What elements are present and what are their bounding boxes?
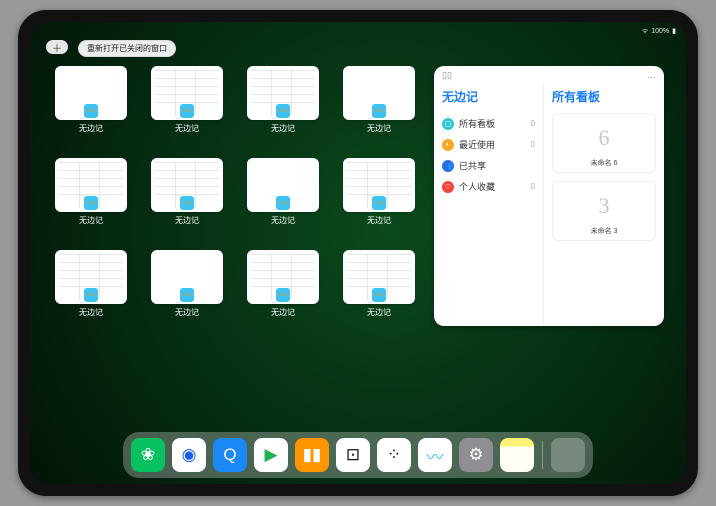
- more-icon[interactable]: …: [647, 70, 656, 80]
- thumbnail-label: 无边记: [367, 123, 391, 134]
- board-preview: 6: [557, 118, 651, 158]
- wifi-icon: ᯤ: [642, 27, 648, 36]
- thumbnail-label: 无边记: [79, 123, 103, 134]
- sidebar-toggle-icon[interactable]: ▯▯: [442, 70, 452, 81]
- menu-label: 个人收藏: [459, 180, 495, 193]
- freeform-app-icon: [180, 196, 194, 210]
- thumbnail-label: 无边记: [367, 307, 391, 318]
- thumbnail-label: 无边记: [175, 215, 199, 226]
- menu-count: 0: [531, 140, 535, 149]
- sidebar-item[interactable]: ▢ 所有看板 0: [442, 113, 535, 134]
- settings-icon[interactable]: ⚙: [459, 438, 493, 472]
- freeform-app-icon: [372, 196, 386, 210]
- board-title: 未命名 6: [557, 158, 651, 168]
- panel-sidebar: 无边记 ▢ 所有看板 0 ◐ 最近使用 0 👥 已共享 ♡ 个人收藏 0: [434, 84, 544, 326]
- thumbnail-label: 无边记: [367, 215, 391, 226]
- thumbnail-label: 无边记: [271, 215, 295, 226]
- dock: ❀◉Q▶▮▮⊡⁘〰⚙: [123, 432, 593, 478]
- sidebar-item[interactable]: 👥 已共享: [442, 155, 535, 176]
- thumbnail-label: 无边记: [175, 307, 199, 318]
- thumbnail-label: 无边记: [79, 215, 103, 226]
- menu-count: 0: [531, 119, 535, 128]
- window-thumbnail[interactable]: 无边记: [340, 158, 418, 238]
- sidebar-item[interactable]: ◐ 最近使用 0: [442, 134, 535, 155]
- window-thumbnail[interactable]: 无边记: [148, 158, 226, 238]
- books-icon[interactable]: ▮▮: [295, 438, 329, 472]
- board-title: 未命名 3: [557, 226, 651, 236]
- window-thumbnail[interactable]: 无边记: [52, 250, 130, 330]
- freeform-app-icon: [372, 288, 386, 302]
- wechat-icon[interactable]: ❀: [131, 438, 165, 472]
- reopen-closed-window-button[interactable]: 重新打开已关闭的窗口: [78, 40, 176, 57]
- menu-icon: 👥: [442, 160, 454, 172]
- dice-icon[interactable]: ⊡: [336, 438, 370, 472]
- window-thumbnail[interactable]: 无边记: [52, 66, 130, 146]
- dock-separator: [542, 441, 543, 469]
- menu-label: 所有看板: [459, 117, 495, 130]
- freeform-icon[interactable]: 〰: [418, 438, 452, 472]
- window-thumbnail[interactable]: 无边记: [340, 250, 418, 330]
- freeform-app-icon: [84, 288, 98, 302]
- window-thumbnail[interactable]: 无边记: [52, 158, 130, 238]
- freeform-app-icon: [276, 288, 290, 302]
- panel-main: 所有看板 6未命名 6 3未命名 3: [544, 84, 664, 326]
- sidebar-item[interactable]: ♡ 个人收藏 0: [442, 176, 535, 197]
- thumbnail-label: 无边记: [271, 307, 295, 318]
- panel-left-title: 无边记: [442, 88, 535, 105]
- menu-count: 0: [531, 182, 535, 191]
- freeform-app-icon: [84, 196, 98, 210]
- board-preview: 3: [557, 186, 651, 226]
- thumbnail-label: 无边记: [175, 123, 199, 134]
- freeform-app-icon: [84, 104, 98, 118]
- board-card[interactable]: 6未命名 6: [552, 113, 656, 173]
- window-grid: 无边记无边记无边记无边记无边记无边记无边记无边记无边记无边记无边记无边记: [52, 66, 418, 426]
- window-thumbnail[interactable]: 无边记: [244, 66, 322, 146]
- board-card[interactable]: 3未命名 3: [552, 181, 656, 241]
- screen: ᯤ 100% ▮ ＋ 重新打开已关闭的窗口 无边记无边记无边记无边记无边记无边记…: [30, 22, 686, 484]
- window-thumbnail[interactable]: 无边记: [148, 250, 226, 330]
- freeform-app-icon: [180, 288, 194, 302]
- menu-label: 最近使用: [459, 138, 495, 151]
- panel-right-title: 所有看板: [552, 88, 656, 105]
- freeform-app-icon: [180, 104, 194, 118]
- freeform-panel[interactable]: ▯▯ … 无边记 ▢所有看板0◐最近使用0👥已共享♡个人收藏0 所有看板 6未命…: [434, 66, 664, 326]
- freeform-app-icon: [372, 104, 386, 118]
- freeform-app-icon: [276, 196, 290, 210]
- window-thumbnail[interactable]: 无边记: [244, 158, 322, 238]
- menu-icon: ♡: [442, 181, 454, 193]
- freeform-app-icon: [276, 104, 290, 118]
- plus-icon: ＋: [52, 40, 62, 55]
- connect-icon[interactable]: ⁘: [377, 438, 411, 472]
- battery-icon: ▮: [672, 27, 676, 35]
- window-thumbnail[interactable]: 无边记: [148, 66, 226, 146]
- menu-icon: ◐: [442, 139, 454, 151]
- menu-label: 已共享: [459, 159, 486, 172]
- thumbnail-label: 无边记: [79, 307, 103, 318]
- ipad-frame: ᯤ 100% ▮ ＋ 重新打开已关闭的窗口 无边记无边记无边记无边记无边记无边记…: [18, 10, 698, 496]
- thumbnail-label: 无边记: [271, 123, 295, 134]
- panel-header: ▯▯ …: [434, 66, 664, 84]
- menu-icon: ▢: [442, 118, 454, 130]
- notes-icon[interactable]: [500, 438, 534, 472]
- browser-icon[interactable]: Q: [213, 438, 247, 472]
- window-thumbnail[interactable]: 无边记: [244, 250, 322, 330]
- tencent-video-icon[interactable]: ◉: [172, 438, 206, 472]
- play-store-icon[interactable]: ▶: [254, 438, 288, 472]
- battery-text: 100%: [651, 28, 669, 35]
- status-bar: ᯤ 100% ▮: [30, 22, 686, 38]
- app-library-icon[interactable]: [551, 438, 585, 472]
- window-thumbnail[interactable]: 无边记: [340, 66, 418, 146]
- workspace: 无边记无边记无边记无边记无边记无边记无边记无边记无边记无边记无边记无边记 ▯▯ …: [52, 66, 664, 426]
- new-window-button[interactable]: ＋: [46, 40, 68, 54]
